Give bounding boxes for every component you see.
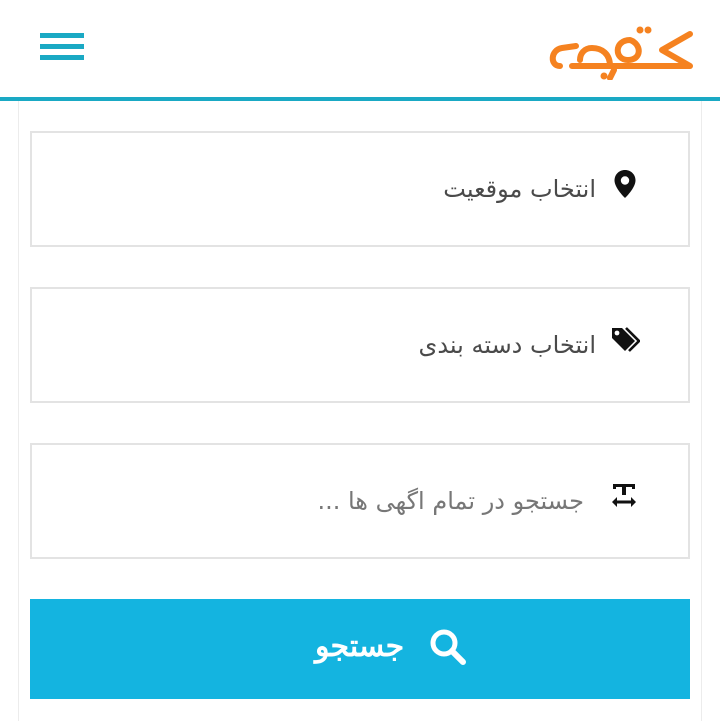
location-label: انتخاب موقعیت [443, 175, 596, 203]
map-marker-icon [614, 170, 636, 198]
search-icon [430, 629, 466, 665]
search-placeholder: جستجو در تمام اگهی ها ... [317, 487, 584, 515]
search-button-label: جستجو [315, 630, 405, 663]
text-width-icon [612, 484, 636, 507]
search-input[interactable]: جستجو در تمام اگهی ها ... [30, 443, 690, 559]
hamburger-menu-icon[interactable] [38, 30, 86, 66]
category-label: انتخاب دسته بندی [418, 331, 596, 359]
app-header [0, 0, 720, 98]
search-button[interactable]: جستجو [30, 599, 690, 699]
location-select[interactable]: انتخاب موقعیت [30, 131, 690, 247]
site-logo[interactable] [544, 20, 696, 80]
category-select[interactable]: انتخاب دسته بندی [30, 287, 690, 403]
tags-icon [612, 327, 640, 352]
